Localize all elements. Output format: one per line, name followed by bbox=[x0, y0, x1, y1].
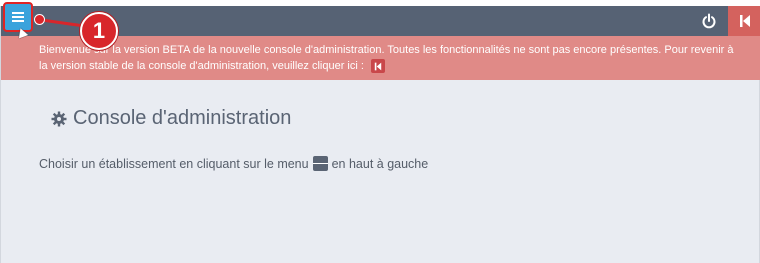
back-to-stable-button[interactable] bbox=[728, 6, 760, 36]
hint-before: Choisir un établissement en cliquant sur… bbox=[39, 156, 309, 171]
banner-text: Bienvenue sur la version BETA de la nouv… bbox=[39, 44, 734, 72]
banner-back-link[interactable] bbox=[371, 59, 385, 74]
callout-badge: 1 bbox=[80, 12, 118, 50]
app-frame: Bienvenue sur la version BETA de la nouv… bbox=[0, 6, 760, 263]
power-icon[interactable] bbox=[701, 13, 717, 29]
beta-banner: Bienvenue sur la version BETA de la nouv… bbox=[1, 36, 760, 80]
page-title: Console d'administration bbox=[51, 107, 291, 130]
hamburger-menu-icon bbox=[12, 10, 24, 24]
gear-icon bbox=[51, 111, 67, 126]
page-title-text: Console d'administration bbox=[73, 107, 292, 129]
skip-back-icon bbox=[739, 15, 750, 27]
hint-after: en haut à gauche bbox=[331, 156, 429, 171]
skip-back-icon bbox=[374, 62, 382, 70]
menu-button[interactable] bbox=[3, 2, 33, 32]
instruction-text: Choisir un établissement en cliquant sur… bbox=[39, 156, 428, 171]
hamburger-menu-icon bbox=[312, 156, 328, 171]
callout-anchor bbox=[34, 14, 45, 25]
